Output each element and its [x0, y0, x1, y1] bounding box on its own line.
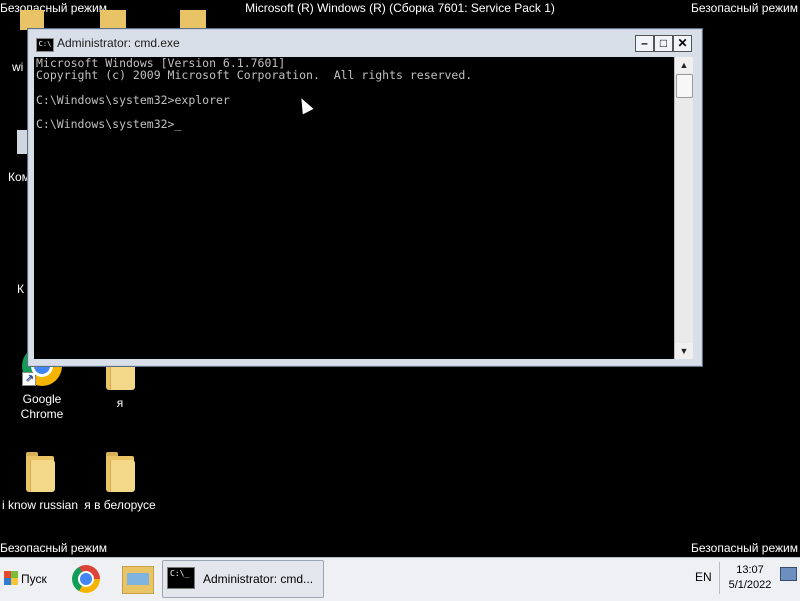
console-output: Microsoft Windows [Version 6.1.7601] Copy…: [34, 57, 674, 130]
minimize-button[interactable]: –: [635, 35, 654, 52]
desktop-icon-label: i know russian: [1, 498, 79, 512]
task-label: Administrator: cmd...: [203, 572, 314, 586]
shortcut-arrow-icon: ↗: [22, 372, 36, 386]
desktop-icon-label: я: [116, 396, 124, 410]
start-button[interactable]: Пуск: [2, 566, 52, 592]
cmd-icon[interactable]: C:\: [36, 38, 54, 52]
computer-icon[interactable]: [17, 130, 27, 154]
desktop-icon-label-partial: К: [17, 282, 24, 296]
language-indicator[interactable]: EN: [695, 570, 712, 584]
console-area[interactable]: Microsoft Windows [Version 6.1.7601] Copy…: [34, 57, 674, 359]
folder-icon[interactable]: [100, 10, 126, 30]
console-prompt[interactable]: C:\Windows\system32>: [36, 118, 674, 130]
chrome-icon: [72, 565, 100, 593]
start-label: Пуск: [21, 572, 47, 586]
taskbar-chrome-button[interactable]: [60, 560, 112, 598]
desktop-icon-label-partial: wi: [12, 60, 24, 74]
safe-mode-label-top-right: Безопасный режим: [691, 1, 798, 15]
windows-logo-icon: [4, 571, 18, 585]
cmd-window[interactable]: C:\ Administrator: cmd.exe – □ ✕ Microso…: [27, 28, 703, 367]
safe-mode-label-bottom-right: Безопасный режим: [691, 541, 798, 555]
scroll-down-arrow-icon[interactable]: ▼: [675, 343, 693, 359]
maximize-button[interactable]: □: [654, 35, 673, 52]
taskbar-explorer-button[interactable]: [112, 560, 164, 598]
cmd-titlebar[interactable]: C:\ Administrator: cmd.exe – □ ✕: [28, 29, 702, 57]
close-button[interactable]: ✕: [673, 35, 692, 52]
scrollbar-thumb[interactable]: [676, 74, 693, 98]
safe-mode-label-bottom-left: Безопасный режим: [0, 541, 107, 555]
desktop-icon-folder-i-know-russian[interactable]: i know russian: [0, 452, 82, 513]
cmd-icon: C:\_: [167, 567, 195, 589]
desktop-icon-folder-ya-v-beloruse[interactable]: я в белорусе: [78, 452, 162, 513]
desktop-icon-label: Google Chrome: [20, 392, 64, 421]
vertical-scrollbar[interactable]: ▲ ▼: [674, 57, 693, 359]
folder-icon: [106, 452, 135, 492]
taskbar-cmd-task[interactable]: C:\_ Administrator: cmd...: [162, 560, 324, 598]
taskbar-divider: [719, 562, 720, 594]
scroll-up-arrow-icon[interactable]: ▲: [675, 57, 693, 73]
window-title: Administrator: cmd.exe: [57, 36, 180, 50]
console-line: C:\Windows\system32>explorer: [36, 92, 230, 107]
folder-icon[interactable]: [180, 10, 206, 30]
explorer-icon: [122, 566, 154, 594]
clock[interactable]: 13:07 5/1/2022: [723, 563, 777, 593]
console-line: Copyright (c) 2009 Microsoft Corporation…: [36, 68, 473, 83]
clock-time: 13:07: [736, 564, 764, 576]
folder-icon[interactable]: [20, 10, 44, 30]
taskbar: Пуск C:\_ Administrator: cmd... EN 13:07…: [0, 557, 800, 601]
desktop-icon-label: я в белорусе: [84, 498, 156, 512]
show-desktop-icon[interactable]: [780, 567, 797, 581]
clock-date: 5/1/2022: [728, 579, 772, 591]
folder-icon: [26, 452, 55, 492]
